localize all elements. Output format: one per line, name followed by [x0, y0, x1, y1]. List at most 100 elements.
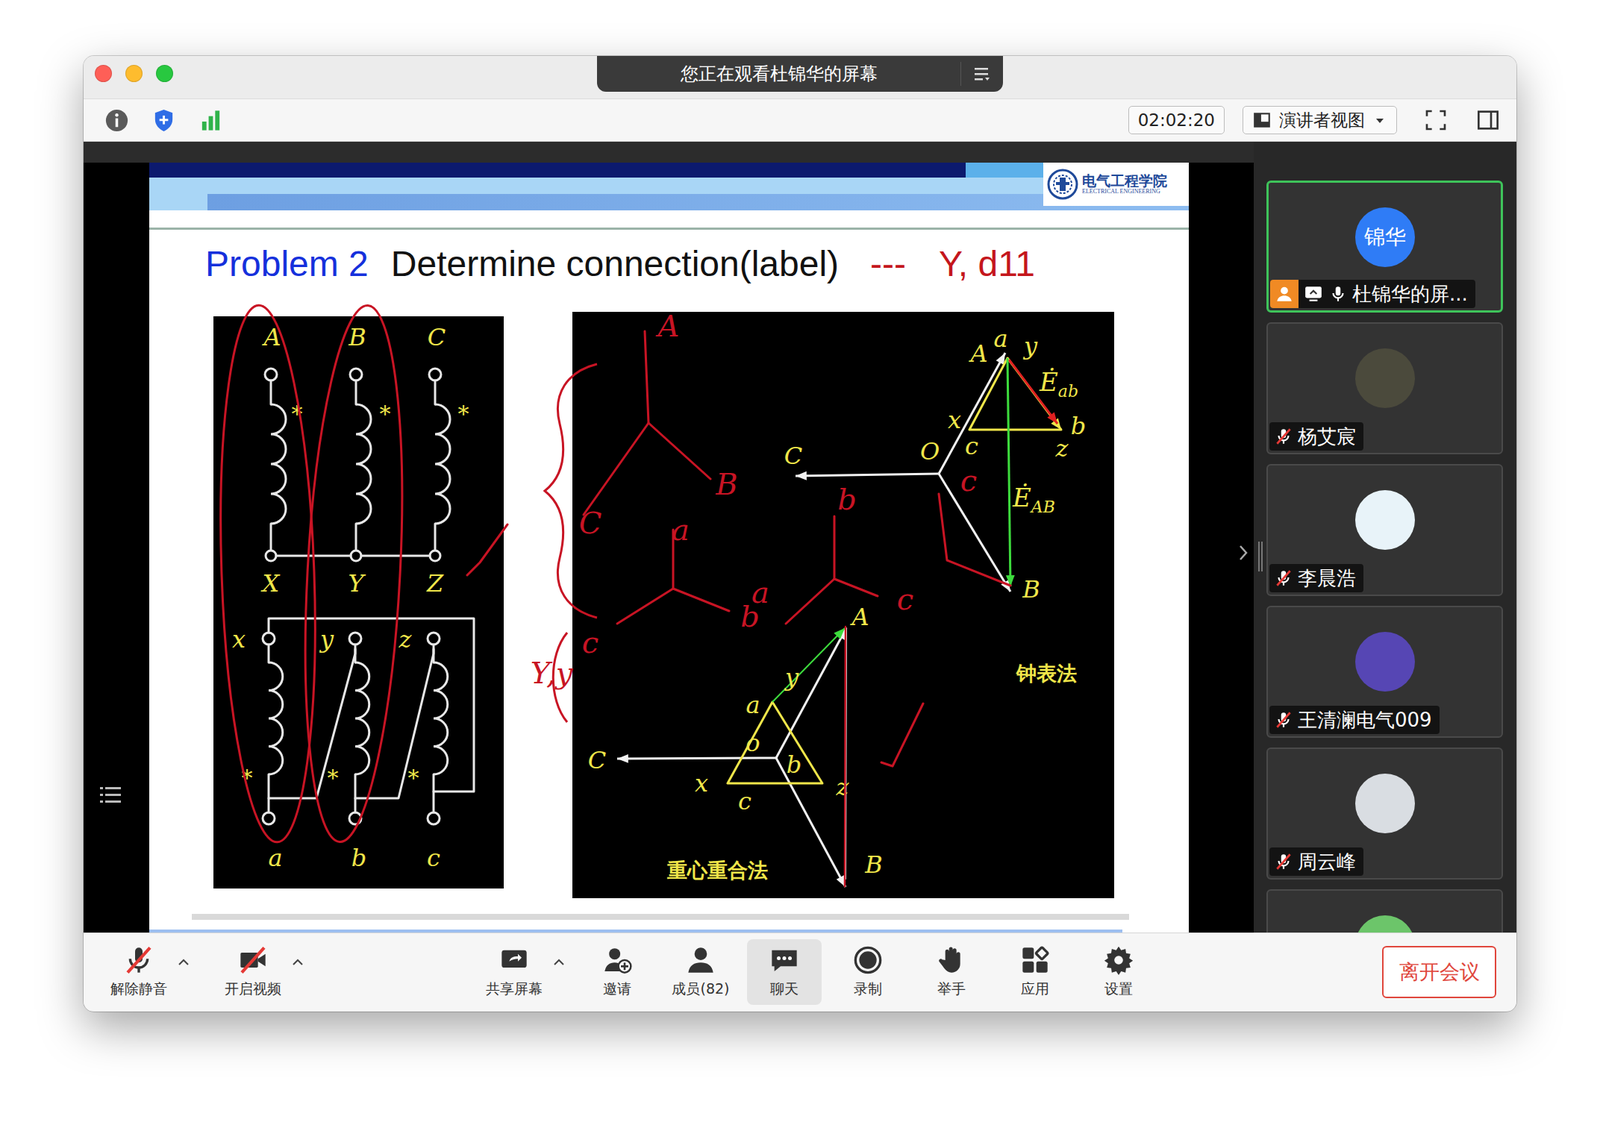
- shared-screen: 电气工程学院ELECTRICAL ENGINEERINGProblem 2Det…: [83, 141, 1254, 933]
- slide-scrollbar[interactable]: [191, 914, 1130, 921]
- title-bar: 您正在观看杜锦华的屏幕: [83, 55, 1517, 99]
- annotation-text: b: [740, 599, 760, 634]
- mic-icon: [1328, 284, 1348, 304]
- diagram-label: c: [738, 787, 752, 816]
- participant-panel: 锦华杜锦华的屏...杨艾宸李晨浩王清澜电气009周云峰: [1253, 141, 1517, 933]
- annotation-text: c: [960, 463, 977, 498]
- diagram-label: x: [232, 625, 246, 654]
- annotation-text: C: [579, 505, 603, 541]
- diagram-label: z: [398, 625, 413, 654]
- zoom-button[interactable]: [155, 64, 174, 83]
- emblem-icon: [1046, 167, 1080, 201]
- diagram-label: B: [1021, 575, 1041, 604]
- diagram-label: *: [291, 400, 303, 427]
- diagram-label: x: [947, 405, 962, 435]
- diagram-label: *: [379, 400, 392, 427]
- security-shield-icon[interactable]: [150, 107, 177, 134]
- control-button[interactable]: 应用: [997, 939, 1073, 1006]
- participant-tile[interactable]: 周云峰: [1266, 747, 1503, 880]
- fullscreen-icon[interactable]: [1423, 108, 1448, 133]
- control-button[interactable]: 聊天: [747, 939, 822, 1006]
- school-logo: 电气工程学院ELECTRICAL ENGINEERING: [1043, 162, 1189, 206]
- invite-icon: [602, 945, 633, 976]
- participant-tile[interactable]: 王清澜电气009: [1266, 605, 1503, 739]
- handwritten-annotations: ABCabbacccY,y: [149, 162, 1189, 933]
- banner-menu[interactable]: [961, 55, 1003, 92]
- diagram-label: *: [241, 764, 253, 792]
- participant-tile[interactable]: 锦华杜锦华的屏...: [1266, 180, 1503, 313]
- caret-down-icon: [1372, 112, 1388, 128]
- annotation-text: a: [671, 512, 690, 548]
- diagram-label: o: [745, 729, 760, 758]
- muted-mic-icon: [1273, 568, 1294, 589]
- participant-tile[interactable]: 李晨浩: [1266, 464, 1503, 597]
- control-button[interactable]: 共享屏幕: [476, 939, 552, 1006]
- speaker-view-icon: [1252, 110, 1272, 130]
- chat-icon: [769, 945, 800, 976]
- diagram-label: C: [427, 323, 446, 352]
- close-button[interactable]: [94, 64, 112, 83]
- annotation-text: Y,y: [530, 655, 574, 691]
- diagram-label: y: [318, 625, 335, 654]
- view-mode-dropdown[interactable]: 演讲者视图: [1242, 105, 1398, 135]
- collapse-chevron-icon[interactable]: [1235, 541, 1251, 565]
- control-button[interactable]: 设置: [1081, 939, 1156, 1006]
- control-button[interactable]: 举手: [914, 939, 989, 1006]
- host-icon: [1274, 284, 1295, 304]
- participant-tile[interactable]: [1266, 889, 1503, 933]
- avatar: 锦华: [1355, 207, 1415, 268]
- screen-share-icon: [1302, 284, 1324, 304]
- panel-resize-handle[interactable]: [1258, 541, 1263, 572]
- minimize-button[interactable]: [125, 64, 143, 83]
- control-button[interactable]: 开启视频: [215, 939, 291, 1006]
- sharing-banner: 您正在观看杜锦华的屏幕: [597, 55, 1003, 92]
- signal-icon[interactable]: [197, 107, 224, 134]
- menu-icon[interactable]: [972, 65, 992, 83]
- annotation-text: c: [582, 625, 599, 660]
- diagram-label: B: [864, 850, 883, 880]
- annotation-text: B: [714, 467, 738, 502]
- toolbar: 02:02:20演讲者视图: [83, 98, 1517, 142]
- menu-chevron-icon[interactable]: [290, 955, 306, 971]
- diagram-label: z: [1055, 434, 1070, 463]
- diagram-label: Z: [426, 569, 445, 598]
- avatar-photo: [1355, 773, 1415, 834]
- participant-tile[interactable]: 杨艾宸: [1266, 322, 1503, 455]
- diagram-label: C: [784, 441, 803, 471]
- leave-meeting-button[interactable]: 离开会议: [1382, 946, 1497, 999]
- diagram-label: y: [783, 663, 800, 692]
- diagram-label: x: [694, 769, 709, 798]
- video-camera-icon: [238, 945, 268, 976]
- control-button[interactable]: 邀请: [579, 939, 655, 1006]
- diagram-label: z: [835, 773, 850, 802]
- window-controls: [83, 55, 598, 83]
- meeting-window: 您正在观看杜锦华的屏幕 02:02:20演讲者视图电气工程学院ELECTRICAL…: [83, 55, 1517, 1012]
- diagram-label: *: [458, 400, 470, 427]
- name-bar: 周云峰: [1269, 847, 1364, 877]
- control-button[interactable]: 成员(82): [663, 939, 739, 1006]
- diagram-label: C: [588, 746, 606, 775]
- avatar-photo: [1355, 632, 1415, 692]
- name-bar: 王清澜电气009: [1269, 705, 1440, 735]
- annotation-text: A: [655, 308, 680, 344]
- raise-hand-icon: [936, 945, 967, 976]
- diagram-label: X: [260, 569, 281, 598]
- diagram-label: Y: [347, 569, 366, 598]
- diagram-label: c: [964, 432, 979, 461]
- outline-list-icon[interactable]: [98, 785, 123, 806]
- menu-chevron-icon[interactable]: [551, 955, 567, 971]
- control-button[interactable]: 录制: [830, 939, 906, 1006]
- info-icon[interactable]: [103, 107, 130, 134]
- record-icon: [852, 945, 883, 976]
- diagram-label: A: [849, 602, 869, 632]
- sidebar-toggle-icon[interactable]: [1476, 108, 1500, 133]
- name-bar: 杜锦华的屏...: [1270, 279, 1476, 309]
- emf-label: ĖAB: [1011, 482, 1056, 517]
- centroid-method-caption: 重心重合法: [666, 858, 768, 883]
- avatar-photo: [1355, 348, 1415, 409]
- diagram-label: a: [745, 691, 760, 720]
- diagram-label: *: [327, 764, 339, 792]
- share-screen-icon: [499, 945, 530, 976]
- control-button[interactable]: 解除静音: [101, 939, 177, 1006]
- menu-chevron-icon[interactable]: [176, 955, 192, 971]
